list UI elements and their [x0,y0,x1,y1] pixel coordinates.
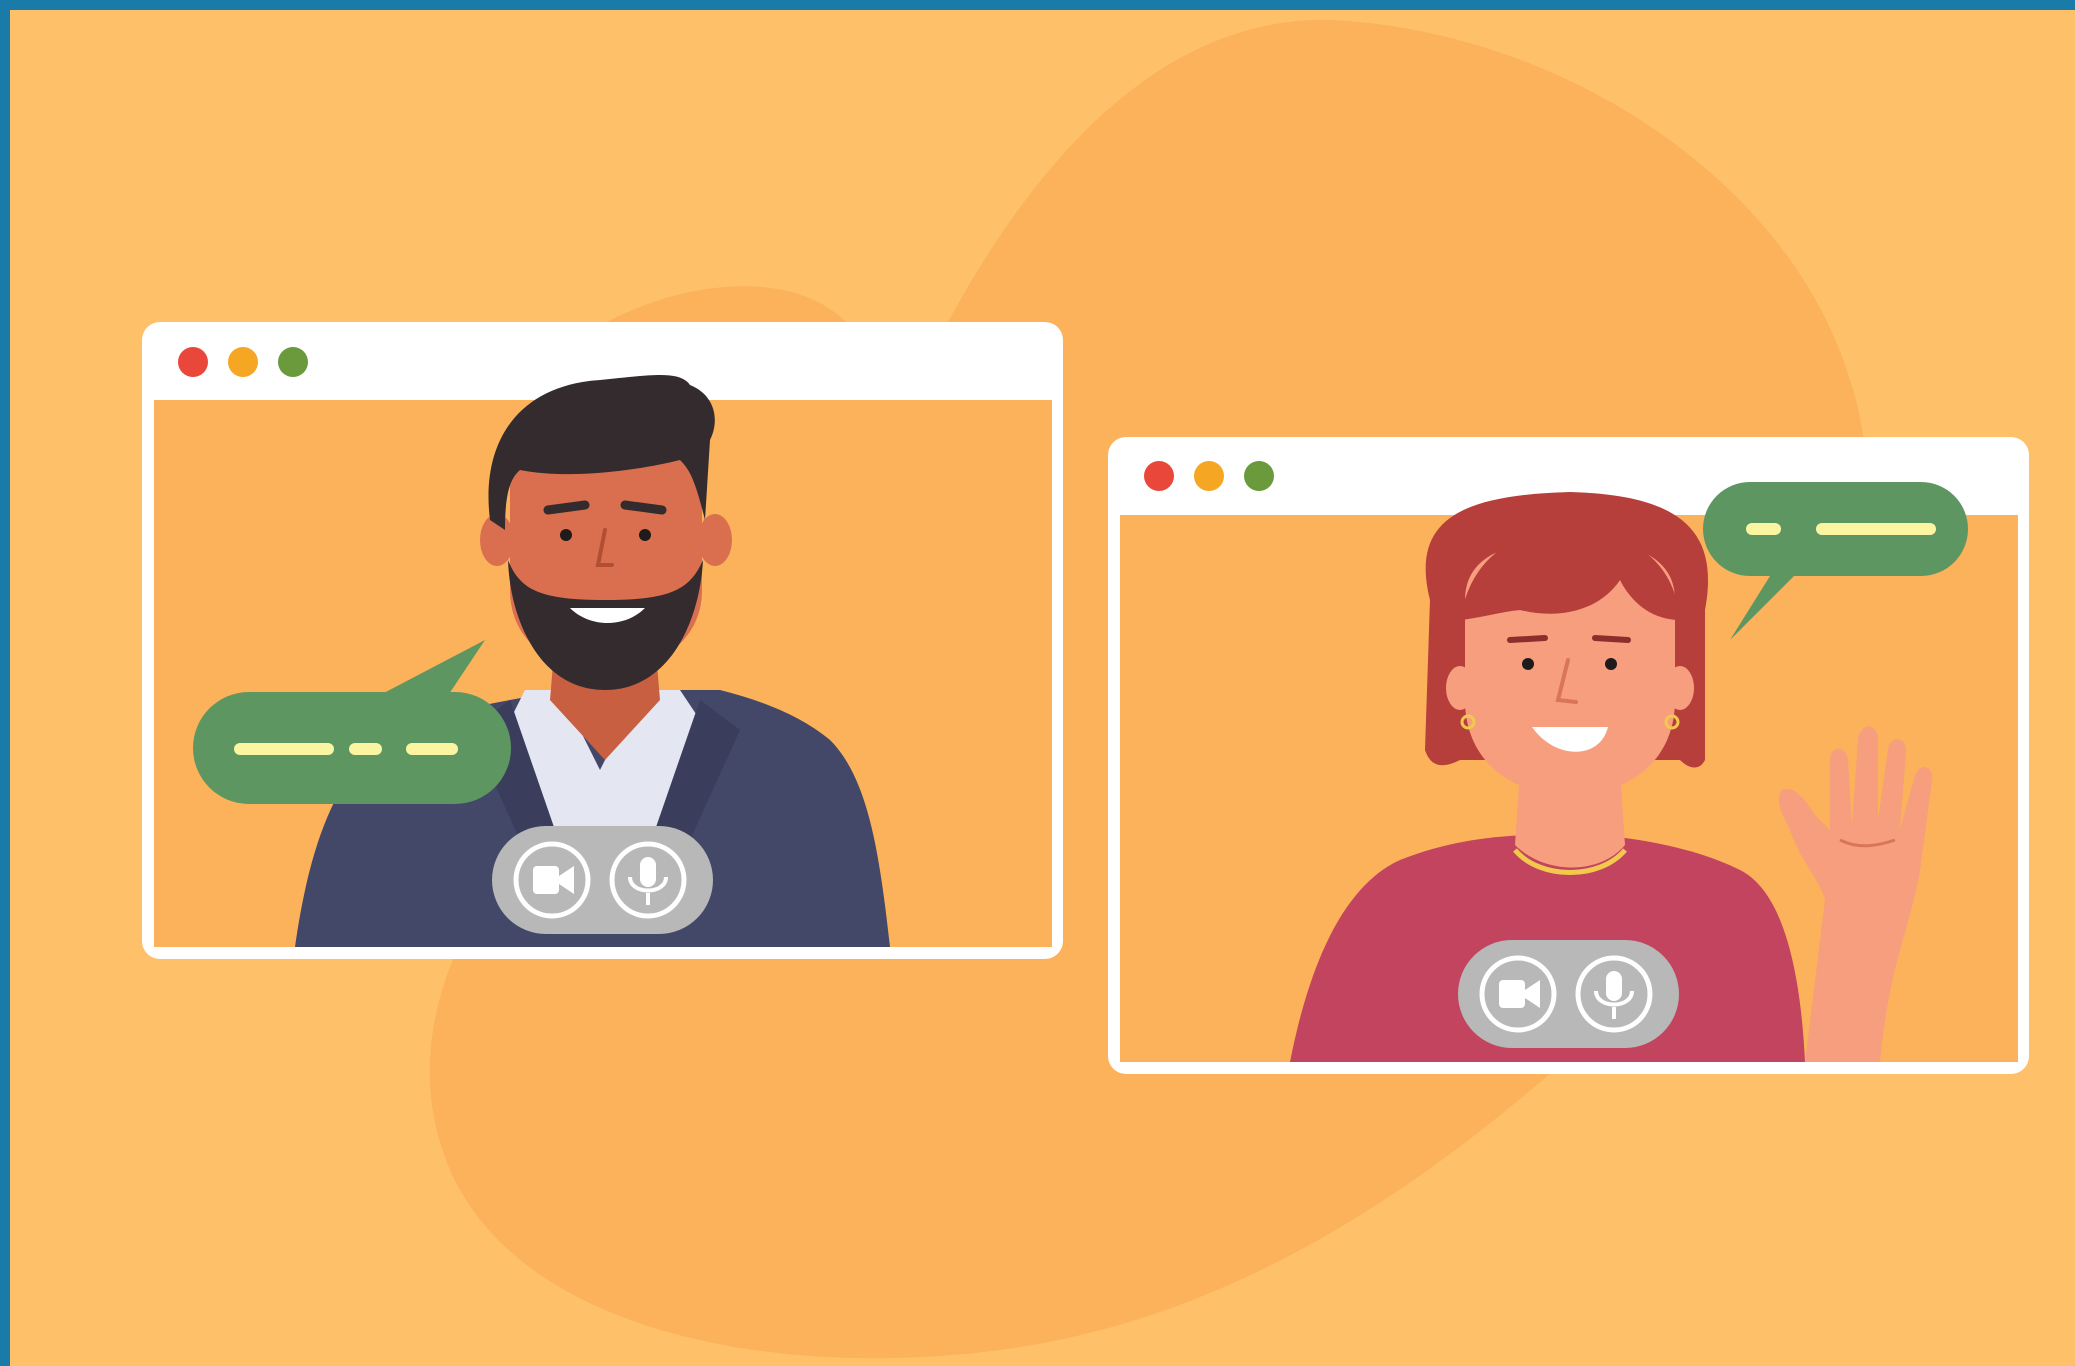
minimize-dot[interactable] [1194,461,1224,491]
left-call-window [142,322,1063,959]
maximize-dot[interactable] [278,347,308,377]
close-dot[interactable] [1144,461,1174,491]
right-call-window [1108,437,2029,1074]
close-dot[interactable] [178,347,208,377]
video-call-illustration [0,0,2075,1366]
call-controls-right [1458,940,1679,1048]
minimize-dot[interactable] [228,347,258,377]
call-controls-left [492,826,713,934]
maximize-dot[interactable] [1244,461,1274,491]
